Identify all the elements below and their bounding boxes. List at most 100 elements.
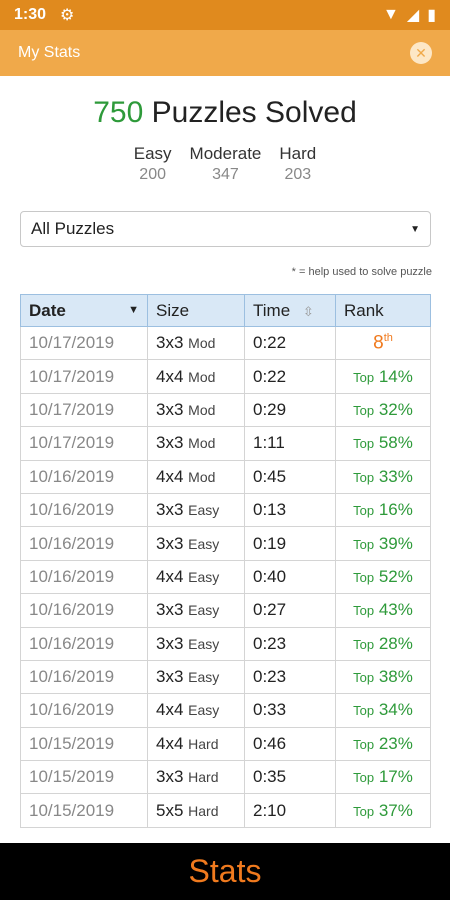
column-header-time[interactable]: Time ⇳ (244, 294, 336, 327)
status-icons: ▼ ◢ ▮ (383, 5, 436, 25)
rank-prefix: Top (353, 503, 375, 519)
date-cell: 10/16/2019 (20, 559, 148, 595)
size-cell: 4x4 Mod (147, 459, 245, 494)
time-cell: 0:23 (244, 659, 336, 695)
rank-prefix: Top (353, 603, 375, 619)
rank-prefix: Top (353, 469, 375, 485)
table-row[interactable]: 10/17/2019 3x3 Mod 0:22 8th (20, 325, 431, 361)
table-row[interactable]: 10/16/2019 4x4 Easy 0:33 Top 34% (20, 693, 431, 728)
difficulty-level: Easy (188, 602, 220, 619)
table-row[interactable]: 10/15/2019 4x4 Hard 0:46 Top 23% (20, 726, 431, 762)
rank-cell: Top 17% (335, 760, 431, 795)
grid-size: 3x3 (156, 767, 184, 787)
table-header-row: Date ▼ Size Time ⇳ Rank (20, 294, 431, 327)
date-cell: 10/16/2019 (20, 626, 148, 661)
size-cell: 4x4 Easy (147, 559, 245, 595)
bottom-bar[interactable]: Stats (0, 843, 450, 900)
date-cell: 10/17/2019 (20, 426, 148, 461)
table-row[interactable]: 10/16/2019 3x3 Easy 0:23 Top 38% (20, 659, 431, 695)
table-row[interactable]: 10/17/2019 3x3 Mod 1:11 Top 58% (20, 426, 431, 461)
difficulty-level: Hard (188, 802, 219, 819)
rank-prefix: Top (353, 402, 375, 418)
difficulty-level: Easy (188, 535, 220, 552)
level-label: Moderate (189, 144, 262, 163)
filter-selected-value: All Puzzles (31, 219, 115, 238)
time-cell: 0:46 (244, 726, 336, 762)
table-row[interactable]: 10/17/2019 4x4 Mod 0:22 Top 14% (20, 359, 431, 394)
date-cell: 10/17/2019 (20, 392, 148, 428)
rank-prefix: Top (353, 536, 375, 552)
rank-prefix: Top (353, 736, 375, 752)
rank-prefix: Top (353, 770, 375, 786)
size-cell: 3x3 Hard (147, 760, 245, 795)
level-value: 347 (212, 166, 239, 183)
rank-value: 28% (378, 633, 413, 653)
size-cell: 3x3 Easy (147, 593, 245, 628)
rank-value: 34% (378, 700, 413, 720)
rank-cell: Top 28% (335, 626, 431, 661)
grid-size: 3x3 (156, 500, 184, 520)
difficulty-level: Mod (188, 435, 216, 452)
time-cell: 0:45 (244, 459, 336, 494)
difficulty-level: Mod (188, 368, 216, 385)
size-cell: 3x3 Easy (147, 626, 245, 661)
level-moderate: Moderate 347 (190, 144, 262, 184)
grid-size: 3x3 (156, 433, 184, 453)
table-row[interactable]: 10/16/2019 3x3 Easy 0:19 Top 39% (20, 526, 431, 561)
date-cell: 10/15/2019 (20, 760, 148, 795)
puzzles-solved-count: 750 (93, 96, 144, 129)
wifi-icon: ▼ (383, 6, 399, 23)
battery-icon: ▮ (427, 7, 436, 24)
rank-cell: Top 43% (335, 593, 431, 628)
table-row[interactable]: 10/17/2019 3x3 Mod 0:29 Top 32% (20, 392, 431, 428)
sort-icon: ⇳ (302, 303, 314, 319)
dropdown-arrow-icon: ▼ (410, 223, 420, 235)
grid-size: 3x3 (156, 333, 184, 353)
date-cell: 10/16/2019 (20, 693, 148, 728)
puzzle-filter-select[interactable]: All Puzzles ▼ (20, 211, 431, 247)
rank-cell: Top 32% (335, 392, 431, 428)
size-cell: 4x4 Easy (147, 693, 245, 728)
table-row[interactable]: 10/16/2019 4x4 Easy 0:40 Top 52% (20, 559, 431, 595)
difficulty-level: Easy (188, 669, 220, 686)
level-hard: Hard 203 (279, 144, 316, 184)
table-row[interactable]: 10/16/2019 3x3 Easy 0:23 Top 28% (20, 626, 431, 661)
size-cell: 4x4 Hard (147, 726, 245, 762)
column-header-date[interactable]: Date ▼ (20, 294, 148, 327)
rank-value: 52% (378, 566, 413, 586)
date-cell: 10/17/2019 (20, 359, 148, 394)
table-row[interactable]: 10/15/2019 3x3 Hard 0:35 Top 17% (20, 760, 431, 795)
difficulty-level: Mod (188, 335, 216, 352)
rank-cell: Top 33% (335, 459, 431, 494)
rank-cell: Top 39% (335, 526, 431, 561)
close-icon[interactable]: ✕ (410, 42, 432, 64)
rank-cell: Top 14% (335, 359, 431, 394)
time-cell: 0:33 (244, 693, 336, 728)
puzzles-solved-label: Puzzles Solved (151, 96, 357, 129)
time-cell: 0:35 (244, 760, 336, 795)
table-row[interactable]: 10/16/2019 3x3 Easy 0:27 Top 43% (20, 593, 431, 628)
table-row[interactable]: 10/15/2019 5x5 Hard 2:10 Top 37% (20, 793, 431, 828)
column-header-rank[interactable]: Rank (335, 294, 431, 327)
grid-size: 3x3 (156, 667, 184, 687)
grid-size: 3x3 (156, 399, 184, 419)
status-time: 1:30 (14, 6, 47, 23)
rank-value: 33% (378, 466, 413, 486)
rank-value: 58% (378, 433, 413, 453)
rank-cell: Top 34% (335, 693, 431, 728)
table-row[interactable]: 10/16/2019 4x4 Mod 0:45 Top 33% (20, 459, 431, 494)
size-cell: 3x3 Mod (147, 325, 245, 361)
sort-desc-icon: ▼ (128, 303, 139, 316)
time-cell: 0:22 (244, 325, 336, 361)
rank-prefix: Top (353, 703, 375, 719)
column-header-size[interactable]: Size (147, 294, 245, 327)
stats-summary: 750 Puzzles Solved Easy 200 Moderate 347… (0, 96, 450, 184)
grid-size: 4x4 (156, 733, 184, 753)
table-row[interactable]: 10/16/2019 3x3 Easy 0:13 Top 16% (20, 492, 431, 528)
level-value: 203 (284, 166, 312, 183)
rank-value: 23% (378, 733, 413, 753)
time-cell: 0:40 (244, 559, 336, 595)
date-cell: 10/16/2019 (20, 459, 148, 494)
difficulty-level: Easy (188, 568, 220, 585)
date-cell: 10/16/2019 (20, 593, 148, 628)
